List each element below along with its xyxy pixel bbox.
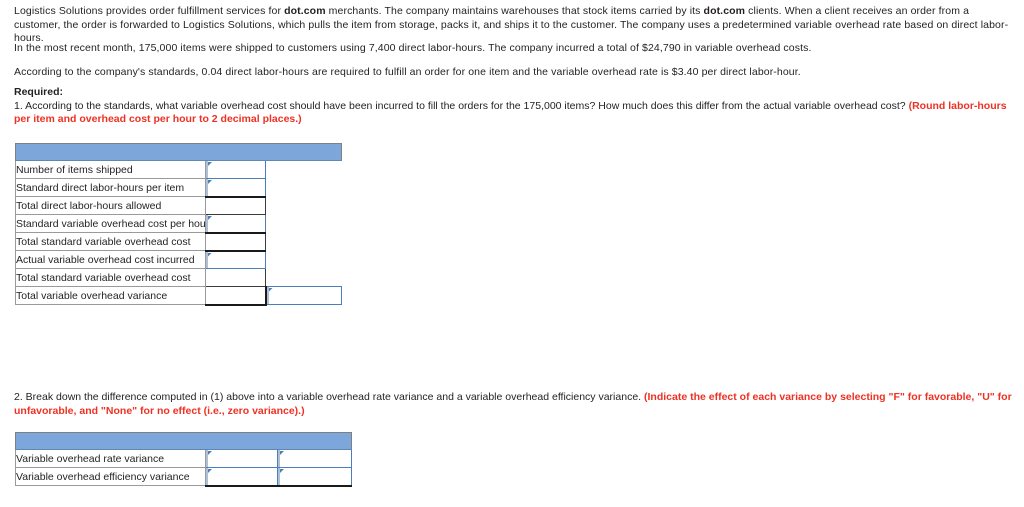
input-variable-overhead-rate-variance-effect[interactable]	[276, 449, 353, 468]
dot-com-bold-2: dot.com	[703, 5, 746, 17]
input-total-variable-overhead-variance-effect[interactable]	[264, 286, 343, 305]
input-number-of-items-shipped[interactable]	[205, 160, 266, 179]
value-total-direct-labor-hours-allowed	[205, 196, 266, 215]
spacer-cell	[265, 232, 342, 251]
question-2-text: 2. Break down the difference computed in…	[14, 391, 644, 403]
value-total-standard-variable-overhead-cost	[205, 232, 266, 252]
table-row: Standard variable overhead cost per hour	[15, 214, 342, 234]
row-label-variable-overhead-rate-variance: Variable overhead rate variance	[15, 449, 206, 468]
input-standard-direct-labor-hours-per-item[interactable]	[205, 178, 266, 198]
table-row: Total variable overhead variance	[15, 286, 343, 306]
spacer-cell	[265, 214, 342, 233]
spacer-cell	[265, 250, 342, 269]
row-label-number-of-items-shipped: Number of items shipped	[15, 160, 206, 179]
row-label-variable-overhead-efficiency-variance: Variable overhead efficiency variance	[15, 467, 206, 486]
variable-overhead-table: Number of items shipped Standard direct …	[14, 143, 343, 306]
table-header-row	[14, 143, 343, 161]
paragraph-1-segment-2: merchants. The company maintains warehou…	[325, 5, 704, 17]
table2-header-cell	[14, 432, 353, 450]
row-label-total-standard-variable-overhead-cost: Total standard variable overhead cost	[15, 232, 206, 251]
question-2: 2. Break down the difference computed in…	[14, 391, 1024, 418]
row-label-actual-variable-overhead-cost-incurred: Actual variable overhead cost incurred	[15, 250, 206, 269]
table-row: Total standard variable overhead cost	[15, 268, 342, 287]
worksheet-page: Logistics Solutions provides order fulfi…	[0, 0, 1024, 507]
row-label-total-standard-variable-overhead-cost-2: Total standard variable overhead cost	[15, 268, 206, 287]
row-label-standard-variable-overhead-cost-per-hour: Standard variable overhead cost per hour	[15, 214, 209, 233]
input-standard-variable-overhead-cost-per-hour[interactable]	[205, 214, 266, 234]
table1-header-cell	[14, 143, 343, 161]
row-label-standard-direct-labor-hours-per-item: Standard direct labor-hours per item	[15, 178, 206, 197]
spacer-cell	[265, 196, 342, 215]
question-2-section: 2. Break down the difference computed in…	[14, 391, 1024, 418]
input-variable-overhead-efficiency-variance-effect[interactable]	[276, 467, 353, 487]
table-row: Total direct labor-hours allowed	[15, 196, 342, 215]
dot-com-bold-1: dot.com	[284, 5, 326, 17]
row-label-total-variable-overhead-variance: Total variable overhead variance	[15, 286, 206, 305]
table-row: Variable overhead efficiency variance	[15, 467, 353, 487]
table-row: Variable overhead rate variance	[15, 449, 353, 468]
value-total-standard-variable-overhead-cost-2	[205, 268, 266, 287]
required-section: Required: 1. According to the standards,…	[14, 86, 1019, 127]
table-row: Number of items shipped	[15, 160, 342, 179]
required-heading: Required:	[14, 86, 64, 98]
spacer-cell	[265, 178, 342, 197]
input-actual-variable-overhead-cost-incurred[interactable]	[205, 250, 266, 269]
spacer-cell	[265, 268, 342, 287]
input-variable-overhead-rate-variance-amount[interactable]	[205, 449, 278, 468]
value-total-variable-overhead-variance	[205, 286, 267, 306]
problem-paragraph-3: According to the company's standards, 0.…	[14, 66, 801, 78]
spacer-cell	[265, 160, 342, 179]
table-row: Actual variable overhead cost incurred	[15, 250, 342, 269]
table-header-row	[14, 432, 353, 450]
question-1: 1. According to the standards, what vari…	[14, 100, 1019, 127]
table-row: Standard direct labor-hours per item	[15, 178, 342, 198]
table-row: Total standard variable overhead cost	[15, 232, 342, 252]
input-variable-overhead-efficiency-variance-amount[interactable]	[205, 467, 278, 487]
variance-breakdown-table: Variable overhead rate variance Variable…	[14, 432, 353, 487]
problem-paragraph-1: Logistics Solutions provides order fulfi…	[14, 5, 1014, 46]
row-label-total-direct-labor-hours-allowed: Total direct labor-hours allowed	[15, 196, 206, 215]
problem-paragraph-2: In the most recent month, 175,000 items …	[14, 42, 812, 54]
question-1-text: 1. According to the standards, what vari…	[14, 99, 909, 112]
paragraph-1-segment-1: Logistics Solutions provides order fulfi…	[14, 5, 285, 17]
